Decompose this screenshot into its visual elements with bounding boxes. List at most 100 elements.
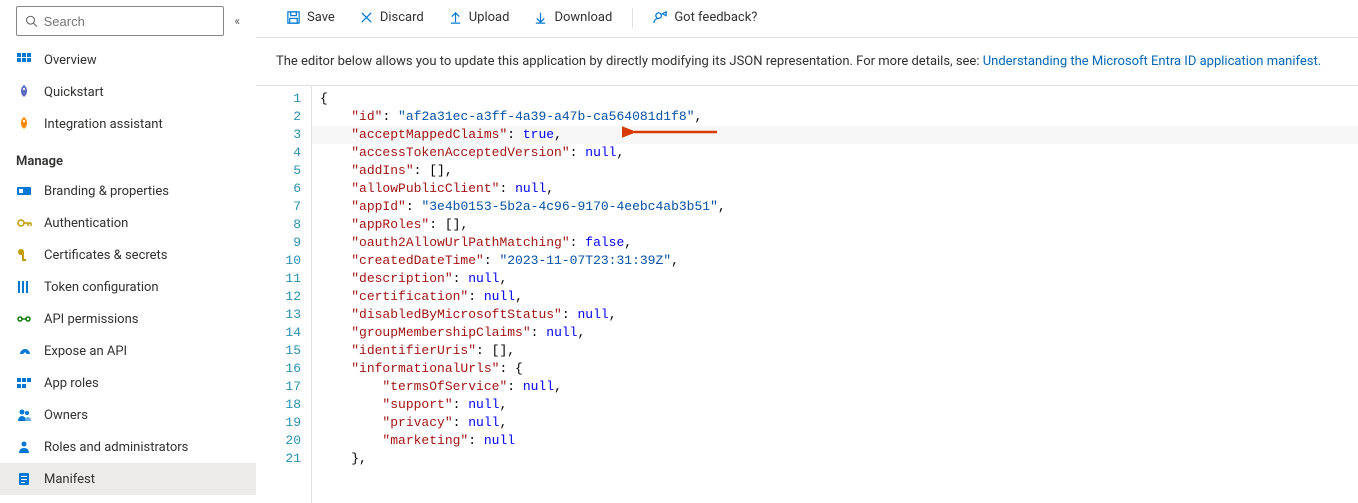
line-number: 12 (256, 288, 301, 306)
line-number: 16 (256, 360, 301, 378)
nav-heading: Manage (0, 140, 256, 175)
sidebar-item-authentication[interactable]: Authentication (0, 207, 256, 239)
line-number: 2 (256, 108, 301, 126)
discard-button[interactable]: Discard (349, 6, 434, 29)
save-icon (286, 10, 301, 25)
line-number: 5 (256, 162, 301, 180)
main: Save Discard Upload Download Got feedbac… (256, 0, 1358, 503)
code-line[interactable]: "id": "af2a31ec-a3ff-4a39-a47b-ca564081d… (312, 108, 1358, 126)
feedback-icon (653, 10, 668, 25)
toolbar-separator (632, 8, 633, 28)
sidebar-item-label: Authentication (44, 216, 128, 231)
code-line[interactable]: "termsOfService": null, (312, 378, 1358, 396)
sidebar: « Overview Quickstart Integration assistan… (0, 0, 256, 503)
line-number: 15 (256, 342, 301, 360)
sidebar-item-certificates-secrets[interactable]: Certificates & secrets (0, 239, 256, 271)
sidebar-item-label: Roles and administrators (44, 440, 188, 455)
sidebar-item-owners[interactable]: Owners (0, 399, 256, 431)
info-line: The editor below allows you to update th… (256, 38, 1358, 85)
sidebar-item-label: Token configuration (44, 280, 159, 295)
upload-label: Upload (469, 10, 510, 25)
code-line[interactable]: "identifierUris": [], (312, 342, 1358, 360)
code-line[interactable]: "informationalUrls": { (312, 360, 1358, 378)
line-number: 9 (256, 234, 301, 252)
line-number: 3 (256, 126, 301, 144)
sidebar-item-label: Overview (44, 53, 97, 68)
sidebar-item-quickstart[interactable]: Quickstart (0, 76, 256, 108)
sidebar-item-label: Manifest (44, 472, 95, 487)
sidebar-item-label: Branding & properties (44, 184, 169, 199)
download-icon (533, 10, 548, 25)
code-line[interactable]: "disabledByMicrosoftStatus": null, (312, 306, 1358, 324)
line-number: 10 (256, 252, 301, 270)
code-line[interactable]: "appRoles": [], (312, 216, 1358, 234)
download-label: Download (554, 10, 612, 25)
save-label: Save (307, 10, 335, 25)
sidebar-item-api-permissions[interactable]: API permissions (0, 303, 256, 335)
info-link[interactable]: Understanding the Microsoft Entra ID app… (983, 54, 1321, 69)
editor-gutter: 123456789101112131415161718192021 (256, 86, 311, 503)
line-number: 19 (256, 414, 301, 432)
rocket-orange-icon (16, 116, 32, 132)
owners-icon (16, 407, 32, 423)
line-number: 21 (256, 450, 301, 468)
save-button[interactable]: Save (276, 6, 345, 29)
sidebar-item-label: Expose an API (44, 344, 127, 359)
sidebar-item-token-configuration[interactable]: Token configuration (0, 271, 256, 303)
code-line[interactable]: "appId": "3e4b0153-5b2a-4c96-9170-4eebc4… (312, 198, 1358, 216)
download-button[interactable]: Download (523, 6, 622, 29)
sidebar-item-label: Integration assistant (44, 117, 163, 132)
line-number: 6 (256, 180, 301, 198)
sidebar-item-label: Certificates & secrets (44, 248, 168, 263)
code-line[interactable]: "addIns": [], (312, 162, 1358, 180)
approles-icon (16, 375, 32, 391)
sidebar-item-overview[interactable]: Overview (0, 44, 256, 76)
key-icon (16, 247, 32, 263)
code-line[interactable]: "privacy": null, (312, 414, 1358, 432)
roles-icon (16, 439, 32, 455)
feedback-button[interactable]: Got feedback? (643, 6, 767, 29)
brand-icon (16, 183, 32, 199)
sidebar-item-app-roles[interactable]: App roles (0, 367, 256, 399)
code-line[interactable]: "certification": null, (312, 288, 1358, 306)
code-line[interactable]: "marketing": null (312, 432, 1358, 450)
code-line[interactable]: "acceptMappedClaims": true, (312, 126, 1358, 144)
line-number: 7 (256, 198, 301, 216)
auth-icon (16, 215, 32, 231)
sidebar-collapse-button[interactable]: « (234, 14, 240, 28)
search-input[interactable] (44, 14, 216, 29)
manifest-icon (16, 471, 32, 487)
code-line[interactable]: "accessTokenAcceptedVersion": null, (312, 144, 1358, 162)
code-line[interactable]: "allowPublicClient": null, (312, 180, 1358, 198)
search-wrap: « (0, 6, 256, 44)
search-box[interactable] (16, 6, 224, 36)
code-line[interactable]: "groupMembershipClaims": null, (312, 324, 1358, 342)
code-line[interactable]: { (312, 90, 1358, 108)
upload-icon (448, 10, 463, 25)
code-editor[interactable]: 123456789101112131415161718192021 { "id"… (256, 85, 1358, 503)
api-perm-icon (16, 311, 32, 327)
sidebar-item-label: App roles (44, 376, 99, 391)
sidebar-item-manifest[interactable]: Manifest (0, 463, 256, 495)
code-line[interactable]: "description": null, (312, 270, 1358, 288)
toolbar: Save Discard Upload Download Got feedbac… (256, 0, 1358, 38)
line-number: 8 (256, 216, 301, 234)
sidebar-item-roles-and-administrators[interactable]: Roles and administrators (0, 431, 256, 463)
editor-code[interactable]: { "id": "af2a31ec-a3ff-4a39-a47b-ca56408… (311, 86, 1358, 503)
sidebar-item-integration-assistant[interactable]: Integration assistant (0, 108, 256, 140)
code-line[interactable]: "createdDateTime": "2023-11-07T23:31:39Z… (312, 252, 1358, 270)
expose-icon (16, 343, 32, 359)
sidebar-item-label: API permissions (44, 312, 139, 327)
line-number: 17 (256, 378, 301, 396)
discard-icon (359, 10, 374, 25)
upload-button[interactable]: Upload (438, 6, 520, 29)
line-number: 11 (256, 270, 301, 288)
sidebar-item-branding-properties[interactable]: Branding & properties (0, 175, 256, 207)
grid-icon (16, 52, 32, 68)
line-number: 13 (256, 306, 301, 324)
sidebar-item-expose-an-api[interactable]: Expose an API (0, 335, 256, 367)
code-line[interactable]: "support": null, (312, 396, 1358, 414)
code-line[interactable]: "oauth2AllowUrlPathMatching": false, (312, 234, 1358, 252)
code-line[interactable]: }, (312, 450, 1358, 468)
line-number: 4 (256, 144, 301, 162)
